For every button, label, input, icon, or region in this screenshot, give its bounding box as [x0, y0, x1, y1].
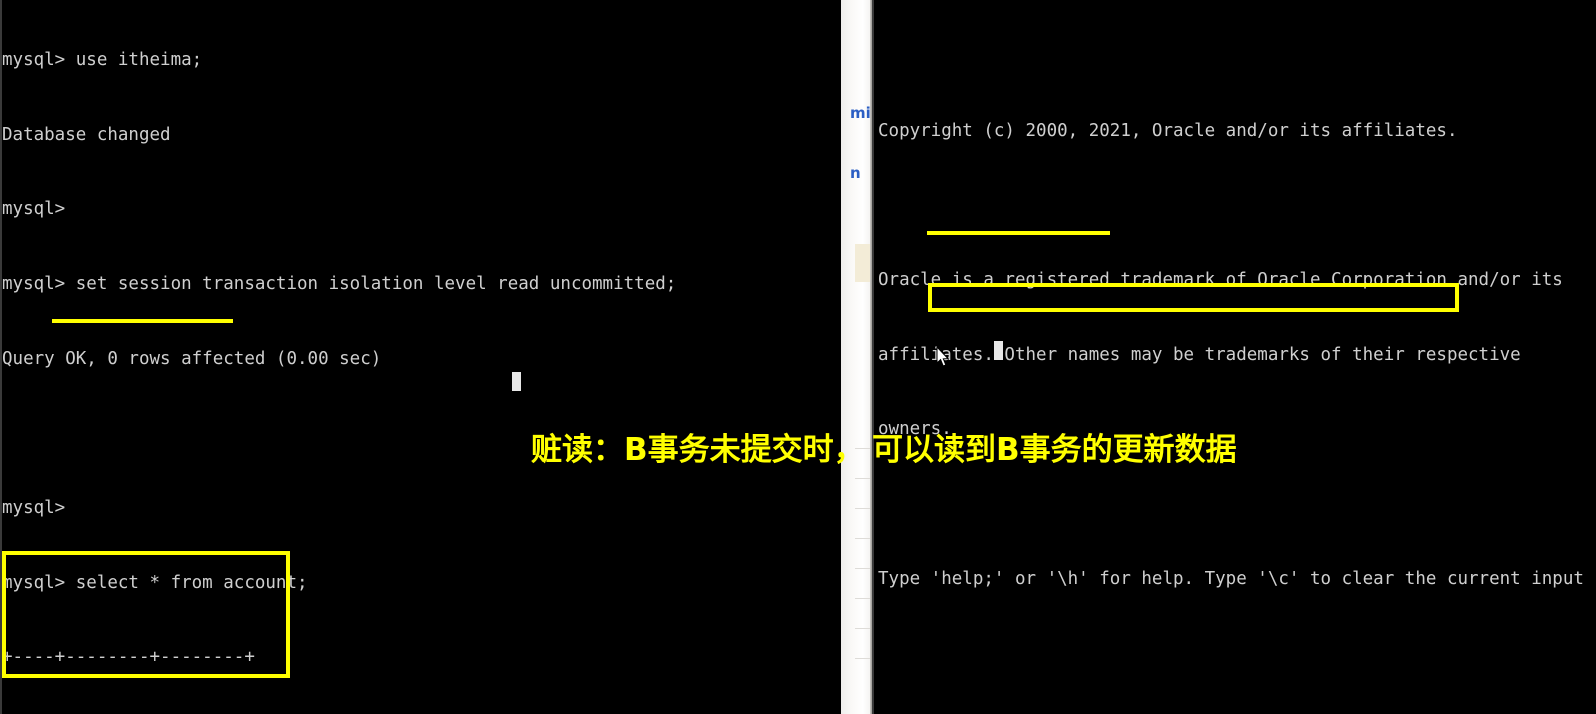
caption-part-b: 可以读到B事务的更新数据 [872, 432, 1237, 468]
terminal-line: mysql> [2, 498, 66, 519]
terminal-line: Copyright (c) 2000, 2021, Oracle and/or … [878, 120, 1458, 141]
terminal-text-cursor-left [512, 372, 521, 391]
highlight-underline-start-transaction [52, 319, 233, 323]
terminal-line: +----+--------+--------+ [2, 647, 255, 668]
background-window-sliver[interactable]: mi n [841, 0, 872, 714]
terminal-session-b[interactable]: Copyright (c) 2000, 2021, Oracle and/or … [872, 0, 1596, 714]
highlight-underline-start-transaction-b [927, 231, 1110, 235]
terminal-line: mysql> set session transaction isolation… [2, 273, 677, 294]
terminal-left-output: mysql> use itheima; Database changed mys… [2, 0, 676, 714]
terminal-line: Oracle is a registered trademark of Orac… [878, 269, 1563, 290]
terminal-right-edge [872, 0, 874, 714]
terminal-line: Database changed [2, 124, 171, 145]
caption-part-a: 赃读：B事务未提交时， [531, 432, 865, 468]
terminal-right-output: Copyright (c) 2000, 2021, Oracle and/or … [878, 0, 1596, 714]
background-text-fragment-1: mi [850, 104, 871, 122]
terminal-line: mysql> select * from account; [2, 572, 308, 593]
caption-dirty-read: 赃读：B事务未提交时， 可以读到B事务的更新数据 [531, 428, 1237, 472]
terminal-line: affiliates. Other names may be trademark… [878, 344, 1521, 365]
background-text-fragment-2: n [850, 164, 861, 182]
terminal-line: mysql> use itheima; [2, 49, 203, 70]
terminal-text-cursor-right [994, 341, 1003, 360]
terminal-line: Query OK, 0 rows affected (0.00 sec) [2, 348, 382, 369]
mouse-pointer-icon [936, 345, 950, 368]
terminal-line: Type 'help;' or '\h' for help. Type '\c'… [878, 568, 1596, 589]
terminal-session-a[interactable]: mysql> use itheima; Database changed mys… [0, 0, 830, 714]
highlight-bar-update-row [928, 308, 1459, 312]
terminal-line: mysql> [2, 199, 66, 220]
